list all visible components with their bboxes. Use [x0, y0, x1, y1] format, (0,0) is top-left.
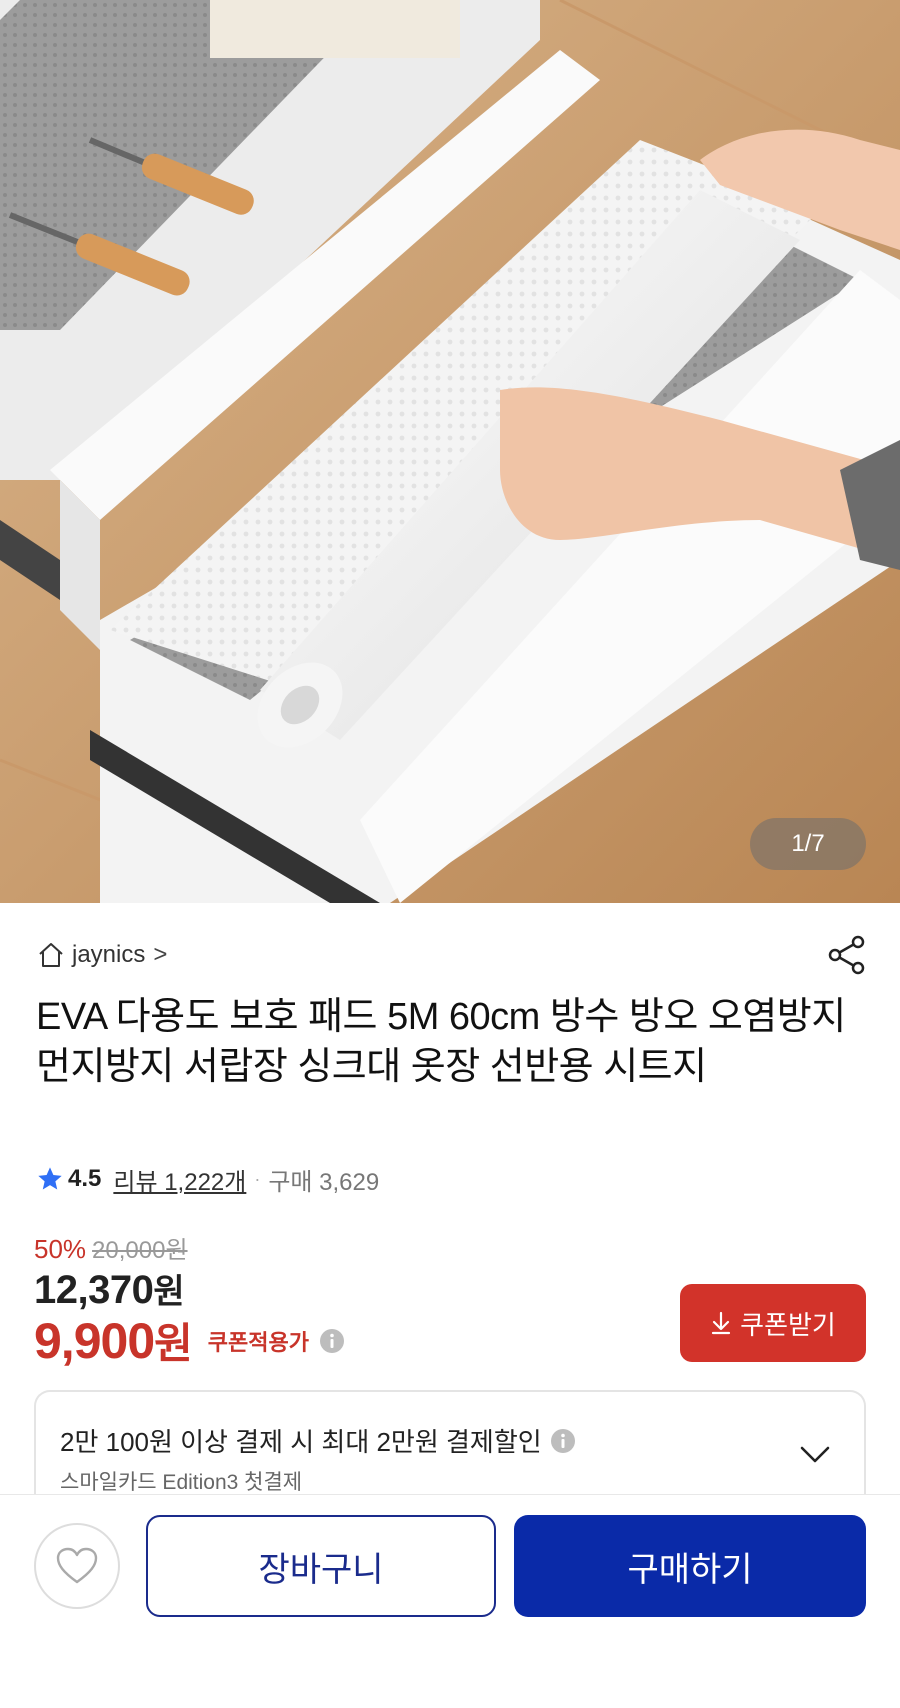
sale-price: 12,370원 — [34, 1264, 185, 1313]
separator-dot: · — [254, 1168, 261, 1189]
sale-price-amount: 12,370 — [34, 1268, 154, 1312]
purchase-count: 구매 3,629 — [268, 1168, 380, 1196]
home-icon — [39, 943, 63, 967]
coupon-price: 9,900원 — [34, 1310, 193, 1371]
rating-value: 4.5 — [68, 1165, 102, 1192]
card-discount-main: 2만 100원 이상 결제 시 최대 2만원 결제할인 — [60, 1422, 576, 1459]
store-name: jaynics — [72, 941, 146, 968]
store-link[interactable]: jaynics > — [36, 938, 167, 972]
coupon-price-row: 9,900원 쿠폰적용가 — [34, 1310, 345, 1371]
chevron-right-icon: > — [153, 941, 168, 968]
sale-price-unit: 원 — [153, 1273, 185, 1311]
info-icon[interactable] — [319, 1328, 345, 1354]
coupon-price-label: 쿠폰적용가 — [207, 1329, 309, 1355]
wishlist-button[interactable] — [34, 1523, 120, 1609]
get-coupon-label: 쿠폰받기 — [740, 1309, 836, 1340]
heart-icon — [56, 1547, 98, 1584]
coupon-price-amount: 9,900 — [34, 1313, 155, 1369]
review-link[interactable]: 리뷰 1,222개 — [113, 1162, 246, 1197]
product-title: EVA 다용도 보호 패드 5M 60cm 방수 방오 오염방지 먼지방지 서랍… — [36, 996, 846, 1088]
buy-now-button[interactable]: 구매하기 — [514, 1515, 866, 1617]
discount-row: 50% 20,000원 — [34, 1230, 188, 1265]
bottom-action-bar: 장바구니 구매하기 — [0, 1494, 900, 1708]
download-arrow-icon — [712, 1311, 731, 1335]
discount-rate: 50% — [34, 1234, 87, 1264]
coupon-price-unit: 원 — [154, 1320, 193, 1367]
get-coupon-button[interactable]: 쿠폰받기 — [680, 1284, 866, 1362]
product-image-gallery[interactable]: 1/7 — [0, 0, 900, 903]
chevron-down-icon[interactable] — [798, 1442, 832, 1466]
rating-row: 4.5 리뷰 1,222개 · 구매 3,629 — [36, 1162, 379, 1196]
image-counter: 1/7 — [750, 818, 866, 870]
card-discount-sub: 스마일카드 Edition3 첫결제 — [60, 1471, 303, 1494]
share-icon[interactable] — [826, 934, 868, 976]
info-icon[interactable] — [550, 1428, 576, 1454]
product-photo — [0, 0, 900, 903]
card-discount-text: 2만 100원 이상 결제 시 최대 2만원 결제할인 — [60, 1427, 542, 1457]
add-to-cart-button[interactable]: 장바구니 — [146, 1515, 496, 1617]
original-price: 20,000원 — [92, 1237, 188, 1264]
star-icon — [38, 1167, 62, 1190]
